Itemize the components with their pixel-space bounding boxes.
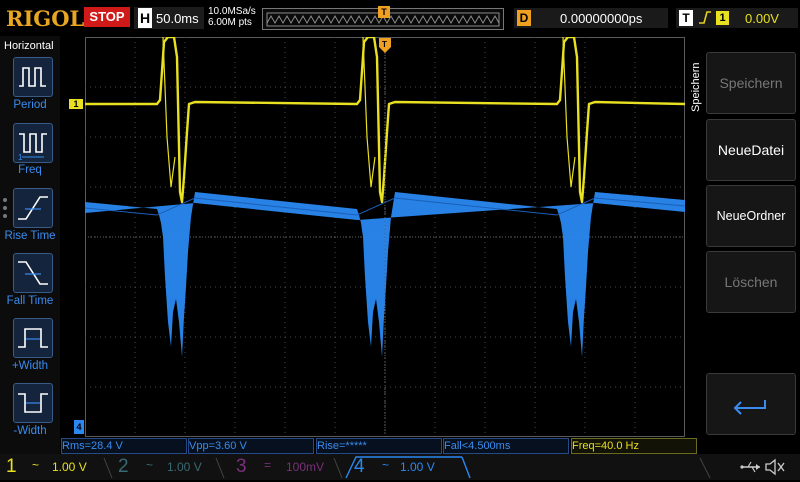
rise-time-icon: [18, 196, 48, 220]
trigger-source-channel: 1: [716, 11, 729, 25]
new-folder-button[interactable]: NeueOrdner: [706, 185, 796, 247]
rise-time-button[interactable]: [13, 188, 53, 228]
panel-title: Horizontal: [4, 40, 54, 52]
measurement-rms[interactable]: Rms=28.4 V: [61, 438, 187, 454]
menu-title: Speichern: [688, 40, 704, 112]
timebase-letter: H: [138, 8, 152, 28]
waveform-display[interactable]: [85, 37, 685, 437]
memory-depth: 6.00M pts: [208, 17, 252, 28]
brand-logo: RIGOL: [6, 6, 85, 31]
measurement-freq[interactable]: Freq=40.0 Hz: [571, 438, 697, 454]
timebase-value: 50.0ms: [156, 11, 199, 26]
measurement-vpp[interactable]: Vpp=3.60 V: [188, 438, 314, 454]
acquisition-info: 10.0MSa/s 6.00M pts: [208, 6, 256, 28]
ch1-offset-marker[interactable]: 1: [69, 99, 83, 109]
usb-icon: [740, 458, 762, 481]
minus-width-button[interactable]: [13, 383, 53, 423]
trigger-level: 0.00V: [745, 11, 779, 26]
memory-trigger-marker: T: [378, 6, 390, 18]
trigger-letter: T: [679, 10, 693, 26]
svg-text:T: T: [382, 40, 387, 49]
delay-letter: D: [517, 10, 531, 26]
trigger-position-marker[interactable]: T: [379, 38, 391, 53]
menu-title-text: Speichern: [690, 62, 702, 112]
return-icon: [733, 400, 766, 415]
delete-button[interactable]: Löschen: [706, 251, 796, 313]
rise-time-label: Rise Time: [4, 230, 56, 242]
fall-time-icon: [18, 261, 48, 285]
run-status-badge[interactable]: STOP: [84, 7, 130, 27]
plus-width-icon: [18, 328, 48, 348]
plus-width-label: +Width: [11, 360, 49, 372]
save-button[interactable]: Speichern: [706, 52, 796, 114]
page-indicator-dots: [3, 198, 7, 222]
measurement-fall[interactable]: Fall<4.500ms: [443, 438, 569, 454]
period-label: Period: [13, 99, 47, 111]
trigger-marker-icon: T: [379, 38, 391, 53]
measurement-rise[interactable]: Rise=*****: [316, 438, 442, 454]
fall-time-label: Fall Time: [6, 295, 54, 307]
minus-width-icon: [18, 393, 48, 413]
rising-edge-icon: [698, 8, 712, 31]
return-button[interactable]: [706, 373, 796, 435]
freq-icon: 1: [18, 133, 47, 162]
fall-time-button[interactable]: [13, 253, 53, 293]
period-button[interactable]: [13, 57, 53, 97]
channel-tab-separators: [103, 456, 711, 479]
freq-button[interactable]: 1: [13, 123, 53, 163]
ch4-offset-marker[interactable]: 4: [74, 420, 84, 434]
plus-width-button[interactable]: [13, 318, 53, 358]
freq-label: Freq: [18, 164, 42, 176]
minus-width-label: -Width: [13, 425, 47, 437]
new-file-button[interactable]: NeueDatei: [706, 119, 796, 181]
trigger-box[interactable]: [676, 8, 798, 28]
period-icon: [19, 67, 46, 87]
sample-rate: 10.0MSa/s: [208, 6, 256, 17]
speaker-mute-icon[interactable]: [764, 457, 786, 482]
delay-value: 0.00000000ps: [560, 11, 643, 26]
